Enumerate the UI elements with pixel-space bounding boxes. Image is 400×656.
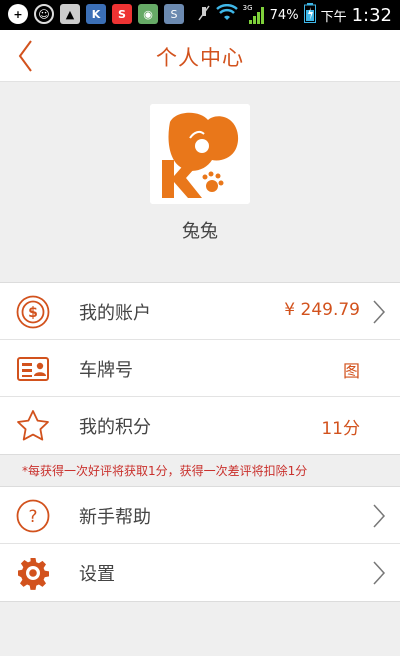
profile-section: 兔兔 [0, 82, 400, 282]
battery-icon [303, 3, 316, 27]
star-icon [16, 409, 50, 443]
status-system: 3G 74% 下午 1:32 [197, 3, 392, 27]
points-label: 我的积分 [79, 417, 151, 438]
plus-notification-icon: + [8, 4, 28, 24]
status-notifications: + ☺ ▲ K S ◉ S [8, 4, 184, 24]
dog-logo-icon [150, 104, 250, 204]
dollar-icon: $ [16, 295, 50, 329]
status-bar: + ☺ ▲ K S ◉ S 3G 74% 下午 1:32 [0, 0, 400, 30]
gear-icon [16, 556, 50, 590]
app-s-notification-icon: S [112, 4, 132, 24]
clock-time: 1:32 [351, 4, 392, 26]
app-chrome-notification-icon: ◉ [138, 4, 158, 24]
list-item-help[interactable]: ? 新手帮助 [0, 487, 400, 544]
settings-label: 设置 [79, 564, 115, 585]
avatar[interactable] [150, 104, 250, 204]
face-notification-icon: ☺ [34, 4, 54, 24]
chevron-right-icon [372, 503, 386, 529]
license-plate-icon [16, 352, 50, 386]
list-item-plate[interactable]: 车牌号 图 [0, 340, 400, 397]
help-icon: ? [16, 499, 50, 533]
app-s2-notification-icon: S [164, 4, 184, 24]
help-label: 新手帮助 [79, 507, 151, 528]
points-value: 11分 [321, 419, 360, 439]
list-item-account[interactable]: $ 我的账户 ¥ 249.79 [0, 283, 400, 340]
plate-value: 图 [343, 362, 360, 382]
account-balance: ¥ 249.79 [284, 300, 360, 320]
battery-percent: 74% [269, 7, 299, 23]
signal-icon: 3G [243, 4, 265, 25]
page-title: 个人中心 [156, 46, 244, 70]
username: 兔兔 [182, 221, 218, 242]
list-item-settings[interactable]: 设置 [0, 544, 400, 601]
image-notification-icon: ▲ [60, 4, 80, 24]
plate-label: 车牌号 [79, 360, 133, 381]
clock-ampm: 下午 [320, 9, 347, 25]
account-list: $ 我的账户 ¥ 249.79 车牌号 图 我的积分 11分 [0, 282, 400, 455]
chevron-right-icon [372, 560, 386, 586]
account-label: 我的账户 [79, 303, 151, 324]
nav-header: 个人中心 [0, 30, 400, 82]
wifi-icon [215, 4, 238, 26]
settings-list: ? 新手帮助 设置 [0, 486, 400, 602]
chevron-right-icon [372, 299, 386, 325]
points-notice: *每获得一次好评将获取1分，获得一次差评将扣除1分 [22, 464, 308, 478]
mute-icon [197, 4, 211, 26]
svg-text:?: ? [28, 507, 37, 527]
svg-text:$: $ [28, 305, 38, 321]
list-item-points[interactable]: 我的积分 11分 [0, 397, 400, 454]
app-k-notification-icon: K [86, 4, 106, 24]
